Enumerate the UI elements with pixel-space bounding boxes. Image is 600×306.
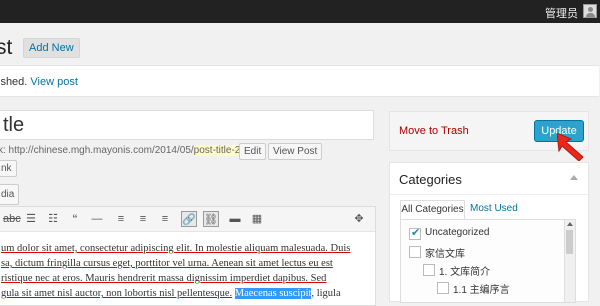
view-post-button[interactable]: View Post — [268, 143, 323, 160]
remove-link-icon[interactable]: ⛓ — [203, 211, 219, 227]
fullscreen-icon[interactable]: ✥ — [351, 211, 367, 227]
permalink: k: http://chinese.mgh.mayonis.com/2014/0… — [0, 145, 243, 156]
content-text: , ligula — [311, 288, 341, 299]
collapse-icon[interactable] — [570, 175, 578, 180]
content-text: gula sit amet nisl auctor, non lobortis … — [1, 288, 233, 299]
permalink-prefix: k: http://chinese.mgh.mayonis.com/2014/0… — [0, 145, 194, 156]
editor-content[interactable]: um dolor sit amet, consectetur adipiscin… — [1, 241, 377, 301]
editor-toolbar: abc ☰ ☷ “ — ≡ ≡ ≡ 🔗 ⛓ ▬ ▦ ✥ — [0, 207, 375, 232]
edit-permalink-button[interactable]: Edit — [239, 143, 267, 160]
category-list: ✔ Uncategorized 家信文库 1. 文库简介 1.1 主编序言 — [400, 219, 576, 303]
align-center-icon[interactable]: ≡ — [135, 211, 151, 227]
horizontal-rule-icon[interactable]: — — [89, 211, 105, 227]
post-editor[interactable]: abc ☰ ☷ “ — ≡ ≡ ≡ 🔗 ⛓ ▬ ▦ ✥ um dolor sit… — [0, 206, 376, 306]
admin-bar: 管理员 — [0, 0, 600, 23]
category-scrollbar[interactable] — [564, 220, 575, 302]
add-media-button[interactable]: dia — [0, 184, 20, 205]
content-line: sa, dictum fringilla cursus eget, portti… — [1, 256, 377, 271]
admin-user-name[interactable]: 管理员 — [545, 5, 578, 21]
content-text: sa, dictum fringilla cursus eget, portti… — [1, 258, 333, 269]
update-notice: ished. View post — [0, 65, 599, 97]
align-right-icon[interactable]: ≡ — [157, 211, 173, 227]
numbered-list-icon[interactable]: ☷ — [45, 211, 61, 227]
avatar[interactable] — [583, 4, 597, 18]
notice-text: ished. View post — [0, 76, 78, 88]
add-new-button[interactable]: Add New — [23, 38, 80, 58]
avatar-body — [586, 13, 595, 17]
red-arrow-icon — [557, 133, 584, 161]
content-line: um dolor sit amet, consectetur adipiscin… — [1, 241, 377, 256]
get-shortlink-button[interactable]: nk — [0, 160, 17, 177]
content-line: gula sit amet nisl auctor, non lobortis … — [1, 286, 377, 301]
category-label: 1. 文库简介 — [439, 267, 491, 278]
post-title-input[interactable]: tle — [0, 110, 374, 140]
toolbar-toggle-icon[interactable]: ▦ — [249, 211, 265, 227]
tab-most-used[interactable]: Most Used — [470, 200, 518, 218]
category-label: 1.1 主编序言 — [453, 285, 510, 296]
insert-link-icon[interactable]: 🔗 — [181, 211, 197, 227]
category-checkbox-intro[interactable] — [423, 264, 435, 276]
content-text: ristique nec at eros. Mauris hendrerit m… — [1, 273, 327, 284]
category-label: 家信文库 — [425, 249, 465, 260]
move-to-trash-link[interactable]: Move to Trash — [399, 125, 469, 137]
category-checkbox-preface[interactable] — [437, 282, 449, 294]
categories-box: Categories All Categories Most Used ✔ Un… — [389, 162, 589, 303]
bullet-list-icon[interactable]: ☰ — [23, 211, 39, 227]
page-title: st — [0, 36, 13, 59]
category-checkbox-jiaxin[interactable] — [409, 246, 421, 258]
view-post-link[interactable]: View post — [30, 76, 78, 88]
category-checkbox-uncategorized[interactable]: ✔ — [409, 227, 421, 240]
permalink-slug[interactable]: post-title-2 — [193, 145, 241, 156]
content-line: ristique nec at eros. Mauris hendrerit m… — [1, 271, 377, 286]
align-left-icon[interactable]: ≡ — [113, 211, 129, 227]
avatar-head — [588, 7, 593, 12]
strikethrough-icon[interactable]: abc — [3, 211, 21, 227]
read-more-icon[interactable]: ▬ — [227, 211, 243, 227]
selected-text: Maecenas suscipit — [234, 288, 312, 299]
content-text: um dolor sit amet, consectetur adipiscin… — [1, 243, 351, 254]
scroll-thumb[interactable] — [566, 230, 573, 254]
category-label: Uncategorized — [425, 227, 490, 238]
divider — [390, 194, 588, 195]
checkmark-icon: ✔ — [411, 227, 421, 239]
tab-all-categories[interactable]: All Categories — [400, 200, 465, 219]
notice-message: ished. — [0, 76, 31, 88]
scroll-up-icon[interactable] — [567, 222, 573, 226]
categories-title: Categories — [399, 172, 462, 187]
blockquote-icon[interactable]: “ — [67, 211, 83, 227]
